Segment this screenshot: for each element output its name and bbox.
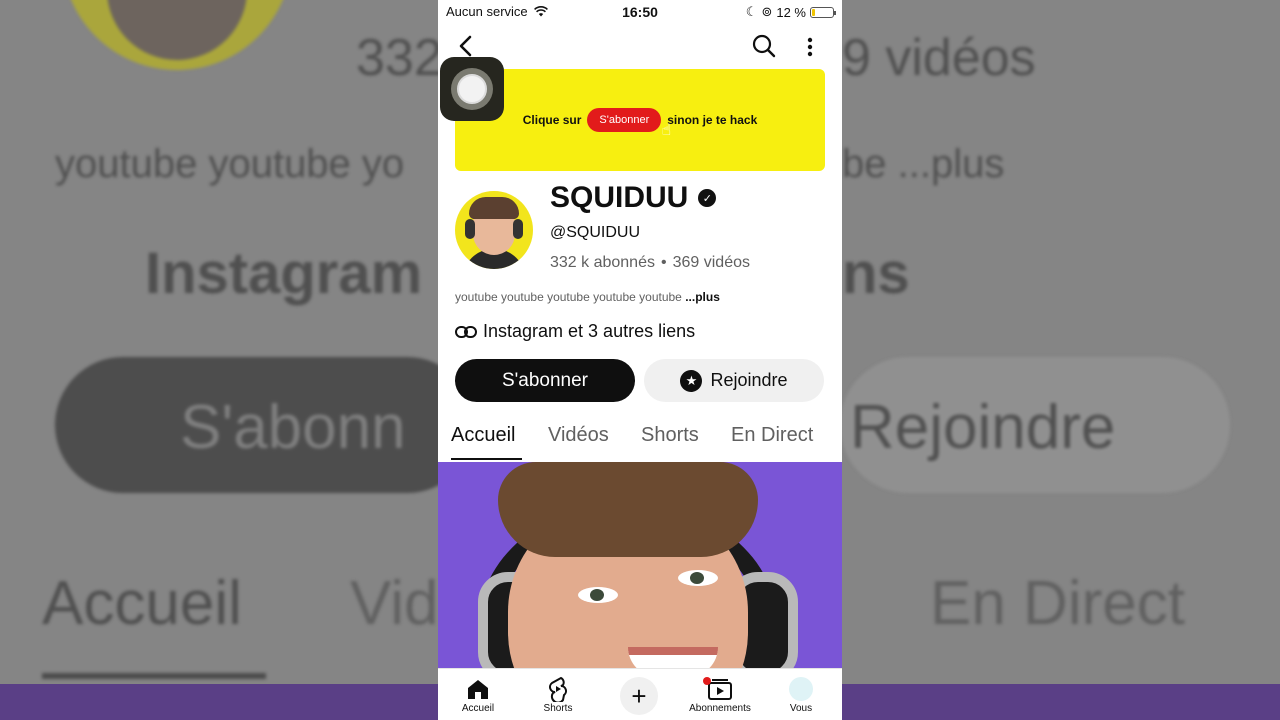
battery-label: 12 % <box>776 4 806 20</box>
assistive-touch-button[interactable] <box>440 57 504 121</box>
more-vert-icon[interactable] <box>800 32 820 60</box>
star-badge-icon: ★ <box>680 369 703 392</box>
subscribe-button[interactable]: S'abonner <box>455 359 635 402</box>
tab-shorts[interactable]: Shorts <box>641 424 699 447</box>
channel-tabs: Accueil Vidéos Shorts En Direct <box>438 418 842 462</box>
links-text: Instagram et 3 autres liens <box>483 321 696 341</box>
bottom-navigation: Accueil Shorts + Abonnements Vous <box>438 668 842 720</box>
banner-text-after: sinon je te hack <box>667 113 758 127</box>
banner-subscribe-pill: S'abonner ☝ <box>587 108 671 139</box>
tab-home[interactable]: Accueil <box>451 424 515 447</box>
new-content-dot <box>703 677 711 685</box>
top-bar <box>438 28 842 64</box>
plus-icon: + <box>631 680 647 711</box>
active-tab-indicator <box>451 458 522 460</box>
user-avatar-icon <box>789 677 813 701</box>
join-button[interactable]: ★ Rejoindre <box>644 359 824 402</box>
bg-subscribe: S'abonn <box>180 393 406 462</box>
banner-text-before: Clique sur <box>522 113 582 127</box>
nav-shorts-label: Shorts <box>543 703 573 714</box>
channel-stats: 332 k abonnés • 369 vidéos <box>550 254 750 272</box>
bg-desc: youtube youtube yo <box>55 142 405 186</box>
nav-you[interactable]: Vous <box>761 675 841 714</box>
create-plus-button[interactable]: + <box>620 677 658 715</box>
nav-home-label: Accueil <box>461 703 495 714</box>
tab-videos[interactable]: Vidéos <box>548 424 609 447</box>
featured-video-thumbnail[interactable] <box>438 462 842 668</box>
home-icon <box>468 680 488 699</box>
back-arrow-icon[interactable] <box>452 32 480 60</box>
nav-shorts[interactable]: Shorts <box>518 675 598 714</box>
status-right: ☾ ⊚ 12 % <box>745 4 836 20</box>
channel-name-text: SQUIDUU <box>550 181 689 214</box>
bg-tab-underline <box>42 673 266 679</box>
nav-subscriptions-label: Abonnements <box>689 703 751 714</box>
channel-description[interactable]: youtube youtube youtube youtube youtube … <box>455 290 720 304</box>
channel-handle: @SQUIDUU <box>550 224 641 241</box>
stats-separator: • <box>660 254 667 271</box>
join-label: Rejoindre <box>710 370 788 390</box>
hand-cursor-icon: ☝ <box>661 122 672 139</box>
bg-join: Rejoindre <box>850 393 1116 462</box>
bg-videos: 9 vidéos <box>842 29 1036 87</box>
battery-icon <box>810 6 836 18</box>
bg-links-right: ns <box>842 241 910 306</box>
phone-screen: Aucun service 16:50 ☾ ⊚ 12 % Clique sur … <box>438 0 842 720</box>
tab-live[interactable]: En Direct <box>731 424 813 447</box>
moon-icon: ☾ <box>745 4 758 19</box>
subscriber-count: 332 k abonnés <box>550 254 655 271</box>
channel-name: SQUIDUU ✓ <box>550 181 717 215</box>
link-icon <box>455 325 477 338</box>
rotation-lock-icon: ⊚ <box>761 4 773 19</box>
bg-tab-live: En Direct <box>930 569 1185 638</box>
bg-tab-videos: Vid <box>350 569 439 638</box>
more-link[interactable]: ...plus <box>685 290 720 304</box>
channel-avatar[interactable] <box>455 191 533 269</box>
shorts-icon <box>549 676 567 702</box>
bg-desc-right: be ...plus <box>842 142 1005 186</box>
video-count: 369 vidéos <box>672 254 750 271</box>
nav-subscriptions[interactable]: Abonnements <box>680 675 760 714</box>
description-text: youtube youtube youtube youtube youtube <box>455 290 682 304</box>
bg-avatar <box>62 0 292 70</box>
nav-home[interactable]: Accueil <box>438 675 518 714</box>
channel-banner: Clique sur S'abonner ☝ sinon je te hack <box>455 69 825 171</box>
bg-tab-home: Accueil <box>42 569 242 638</box>
verified-check-icon: ✓ <box>698 189 717 207</box>
nav-you-label: Vous <box>789 703 813 714</box>
bg-links: Instagram <box>145 241 423 306</box>
channel-links[interactable]: Instagram et 3 autres liens <box>455 321 695 342</box>
status-bar: Aucun service 16:50 ☾ ⊚ 12 % <box>438 0 842 24</box>
bg-count: 332 <box>356 29 443 87</box>
search-icon[interactable] <box>750 32 778 60</box>
